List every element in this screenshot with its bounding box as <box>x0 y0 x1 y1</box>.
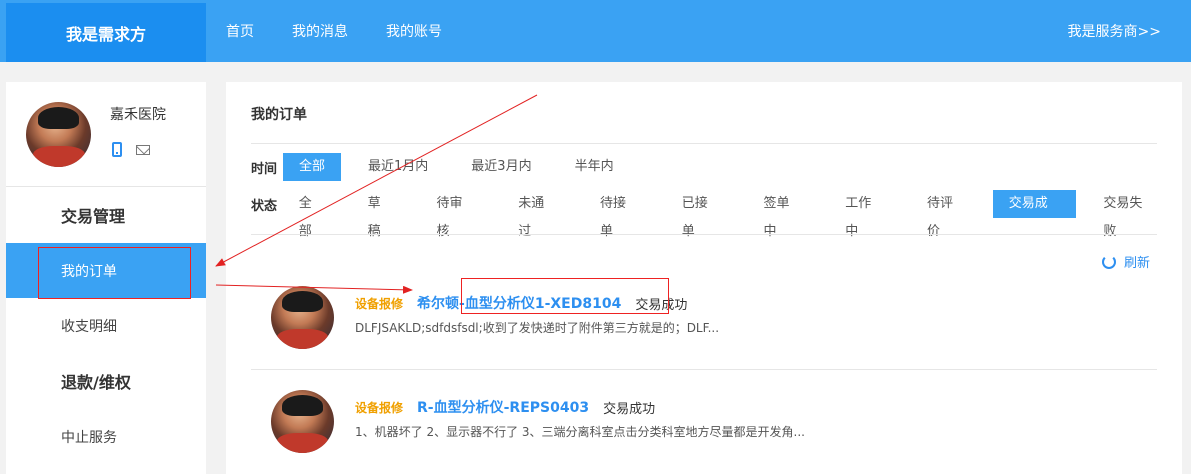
order-tag: 设备报修 <box>355 296 404 311</box>
main-panel: 我的订单 时间 全部 最近1月内 最近3月内 半年内 状态 全部 草稿 待审核 … <box>226 82 1182 474</box>
time-option-half-year[interactable]: 半年内 <box>559 153 630 181</box>
divider <box>251 143 1157 144</box>
status-option-signing[interactable]: 签单中 <box>747 190 818 239</box>
avatar <box>271 390 334 453</box>
contact-icons <box>112 142 150 157</box>
time-option-3-months[interactable]: 最近3月内 <box>455 153 547 181</box>
sidebar: 嘉禾医院 交易管理 我的订单 收支明细 退款/维权 中止服务 <box>6 82 206 474</box>
time-filter-label: 时间 <box>251 161 278 177</box>
nav-home[interactable]: 首页 <box>226 21 254 41</box>
status-option-draft[interactable]: 草稿 <box>352 190 410 239</box>
refresh-icon <box>1101 254 1116 269</box>
mail-icon[interactable] <box>136 144 150 155</box>
refresh-button[interactable]: 刷新 <box>1101 252 1150 271</box>
top-bar: 我是需求方 首页 我的消息 我的账号 我是服务商>> <box>0 0 1191 62</box>
refresh-label: 刷新 <box>1123 256 1150 271</box>
status-option-to-review[interactable]: 待评价 <box>911 190 982 239</box>
status-option-in-progress[interactable]: 工作中 <box>829 190 900 239</box>
status-option-failed[interactable]: 交易失败 <box>1087 190 1171 239</box>
avatar <box>26 102 91 167</box>
status-option-accepted[interactable]: 已接单 <box>666 190 737 239</box>
nav-messages[interactable]: 我的消息 <box>292 21 348 41</box>
time-option-1-month[interactable]: 最近1月内 <box>352 153 444 181</box>
order-description: 1、机器坏了 2、显示器不行了 3、三端分离科室点击分类科室地方尽量都是开发角.… <box>355 425 805 439</box>
sidebar-item-label: 中止服务 <box>61 429 117 446</box>
sidebar-item-label: 收支明细 <box>61 318 117 335</box>
status-option-pending-review[interactable]: 待审核 <box>420 190 491 239</box>
status-option-all[interactable]: 全部 <box>283 190 341 239</box>
avatar <box>271 286 334 349</box>
annotation-box <box>38 247 191 299</box>
status-option-rejected[interactable]: 未通过 <box>502 190 573 239</box>
brand-title[interactable]: 我是需求方 <box>6 3 206 62</box>
sidebar-group-refund: 退款/维权 <box>61 373 131 392</box>
divider <box>251 234 1157 235</box>
main-nav: 首页 我的消息 我的账号 <box>226 0 480 62</box>
nav-account[interactable]: 我的账号 <box>386 21 442 41</box>
divider <box>251 369 1157 370</box>
profile-name: 嘉禾医院 <box>110 107 166 123</box>
page-title: 我的订单 <box>251 107 307 123</box>
order-header: 设备报修 R-血型分析仪-REPS0403 交易成功 <box>355 397 655 417</box>
sidebar-item-stop-service[interactable]: 中止服务 <box>6 409 206 464</box>
order-description: DLFJSAKLD;sdfdsfsdl;收到了发快递时了附件第三方就是的；DLF… <box>355 321 720 335</box>
order-tag: 设备报修 <box>355 400 404 415</box>
status-filter: 状态 全部 草稿 待审核 未通过 待接单 已接单 签单中 工作中 待评价 交易成… <box>251 190 1182 239</box>
sidebar-group-trade: 交易管理 <box>61 207 126 226</box>
profile-card: 嘉禾医院 <box>6 82 206 187</box>
switch-to-provider-link[interactable]: 我是服务商>> <box>1068 0 1161 62</box>
sidebar-item-my-orders[interactable]: 我的订单 <box>6 243 206 299</box>
annotation-box <box>461 278 669 314</box>
status-filter-label: 状态 <box>251 198 278 214</box>
order-status: 交易成功 <box>603 401 656 417</box>
status-option-success[interactable]: 交易成功 <box>992 190 1077 239</box>
sidebar-item-income-expense[interactable]: 收支明细 <box>6 298 206 353</box>
order-title-link[interactable]: R-血型分析仪-REPS0403 <box>417 397 589 417</box>
time-option-all[interactable]: 全部 <box>283 153 342 181</box>
time-filter: 时间 全部 最近1月内 最近3月内 半年内 <box>251 153 641 181</box>
status-option-awaiting-acceptance[interactable]: 待接单 <box>584 190 655 239</box>
phone-icon[interactable] <box>112 142 122 157</box>
